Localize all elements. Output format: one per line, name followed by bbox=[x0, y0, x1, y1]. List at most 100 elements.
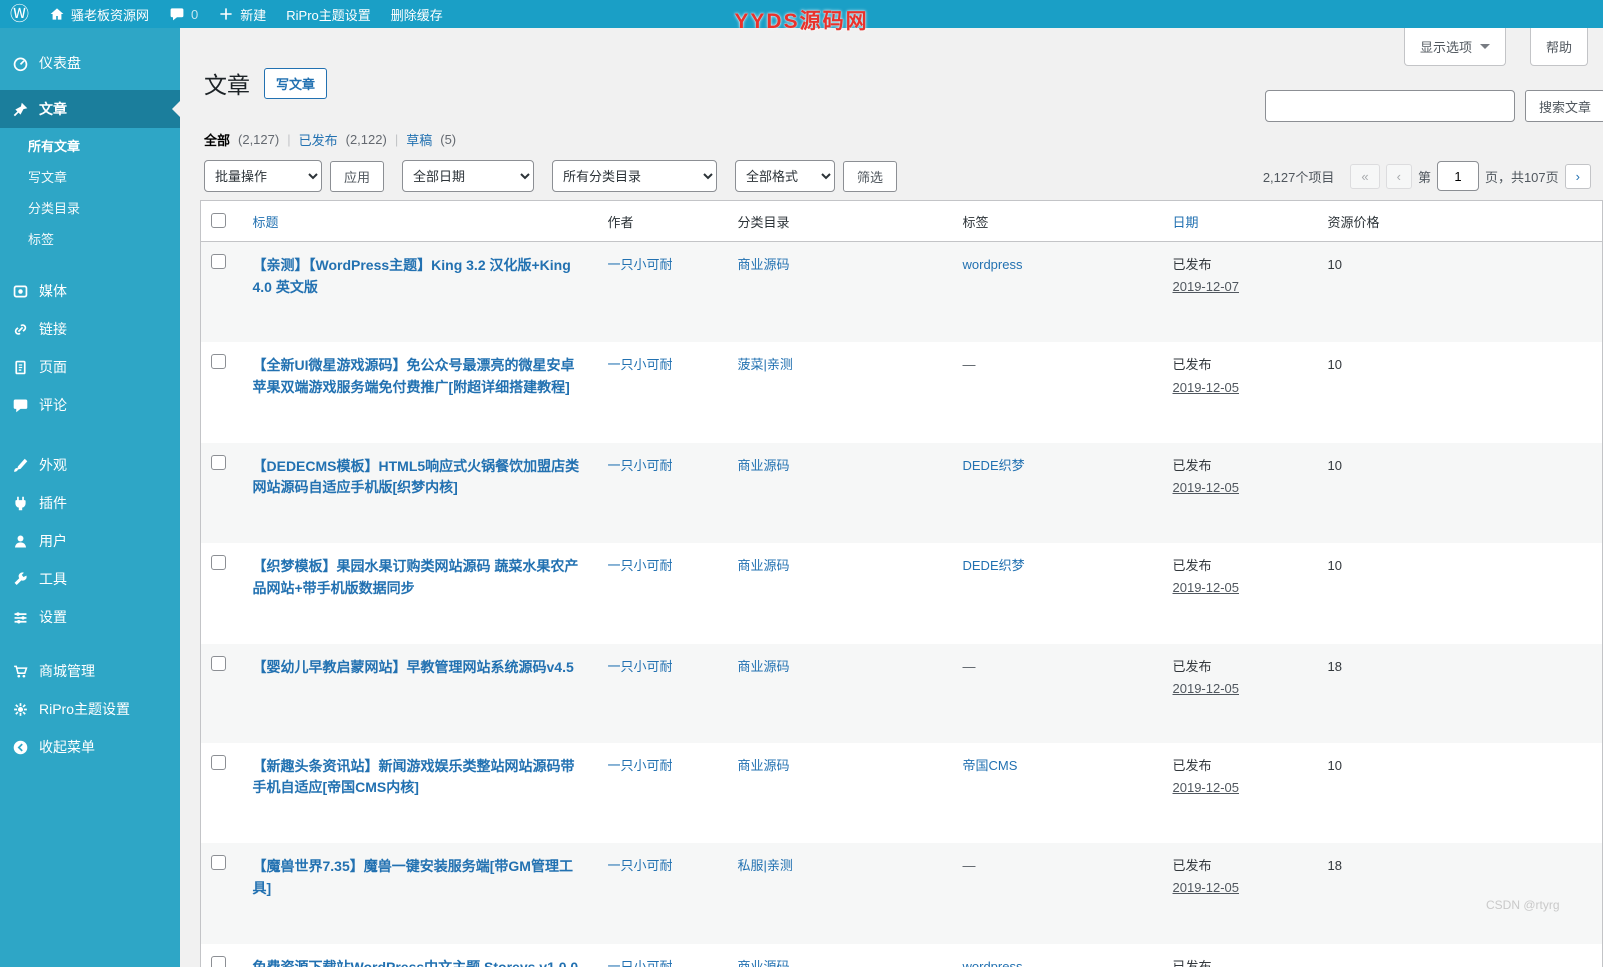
category-link[interactable]: 菠菜|亲测 bbox=[738, 357, 793, 372]
apply-button[interactable]: 应用 bbox=[330, 160, 385, 192]
row-checkbox[interactable] bbox=[211, 655, 226, 671]
sidebar-label: 插件 bbox=[39, 495, 67, 511]
post-date-link[interactable]: 2019-12-05 bbox=[1173, 478, 1240, 498]
sidebar-item-all-posts[interactable]: 所有文章 bbox=[0, 130, 180, 161]
prev-page-button[interactable]: ‹ bbox=[1385, 163, 1412, 189]
sidebar-item-shop[interactable]: 商城管理 bbox=[0, 652, 180, 690]
post-date-link[interactable]: 2019-12-05 bbox=[1173, 878, 1240, 898]
author-link[interactable]: 一只小可耐 bbox=[608, 959, 673, 967]
sidebar-item-tags[interactable]: 标签 bbox=[0, 223, 180, 254]
price-empty: — bbox=[1327, 958, 1341, 967]
header-date[interactable]: 日期 bbox=[1162, 200, 1318, 242]
sidebar-item-users[interactable]: 用户 bbox=[0, 522, 180, 560]
sidebar-item-posts[interactable]: 文章 bbox=[0, 90, 180, 128]
separator: | bbox=[287, 132, 291, 147]
row-checkbox[interactable] bbox=[211, 454, 226, 470]
screen-options-button[interactable]: 显示选项 bbox=[1404, 28, 1507, 66]
category-link[interactable]: 商业源码 bbox=[738, 558, 790, 573]
row-checkbox[interactable] bbox=[211, 855, 226, 871]
sidebar-item-media[interactable]: 媒体 bbox=[0, 272, 180, 310]
post-title-link[interactable]: 免费资源下载站WordPress中文主题 Storeys v1.0.0 bbox=[253, 957, 579, 967]
author-link[interactable]: 一只小可耐 bbox=[608, 758, 673, 773]
row-checkbox[interactable] bbox=[211, 955, 226, 967]
category-link[interactable]: 私服|亲测 bbox=[738, 858, 793, 873]
sidebar-label: RiPro主题设置 bbox=[39, 701, 131, 717]
category-link[interactable]: 商业源码 bbox=[738, 257, 790, 272]
filter-all-link[interactable]: 全部 bbox=[204, 130, 230, 149]
sidebar-item-appearance[interactable]: 外观 bbox=[0, 446, 180, 484]
post-date-link[interactable]: 2019-12-05 bbox=[1173, 679, 1240, 699]
sidebar-item-pages[interactable]: 页面 bbox=[0, 348, 180, 386]
search-input[interactable] bbox=[1265, 90, 1515, 122]
tag-link[interactable]: 帝国CMS bbox=[963, 758, 1018, 773]
first-page-button[interactable]: « bbox=[1350, 163, 1380, 189]
filter-published-link[interactable]: 已发布 bbox=[299, 130, 338, 149]
author-link[interactable]: 一只小可耐 bbox=[608, 257, 673, 272]
next-page-button[interactable]: › bbox=[1564, 163, 1591, 189]
sidebar-item-tools[interactable]: 工具 bbox=[0, 560, 180, 598]
post-title-link[interactable]: 【新趣头条资讯站】新闻游戏娱乐类整站网站源码带手机自适应[帝国CMS内核] bbox=[253, 756, 588, 799]
post-status: 已发布 bbox=[1172, 958, 1212, 967]
category-filter-select[interactable]: 所有分类目录 bbox=[552, 160, 718, 192]
sidebar-item-ripro-settings[interactable]: RiPro主题设置 bbox=[0, 690, 180, 728]
category-link[interactable]: 商业源码 bbox=[738, 959, 790, 967]
ripro-settings-link[interactable]: RiPro主题设置 bbox=[286, 5, 371, 24]
filter-button[interactable]: 筛选 bbox=[843, 160, 898, 192]
sidebar-label: 文章 bbox=[39, 101, 67, 117]
row-checkbox[interactable] bbox=[211, 254, 226, 269]
post-date-link[interactable]: 2019-12-05 bbox=[1173, 378, 1240, 398]
search-posts-button[interactable]: 搜索文章 bbox=[1525, 90, 1603, 122]
author-link[interactable]: 一只小可耐 bbox=[608, 357, 673, 372]
tag-link[interactable]: wordpress bbox=[963, 257, 1023, 272]
author-link[interactable]: 一只小可耐 bbox=[608, 659, 673, 674]
current-page-input[interactable] bbox=[1436, 161, 1479, 191]
watermark-top: YYDS源码网 bbox=[734, 10, 869, 33]
help-button[interactable]: 帮助 bbox=[1530, 28, 1589, 66]
select-all-checkbox[interactable] bbox=[211, 213, 226, 228]
admin-sidebar: 仪表盘 文章 所有文章 写文章 分类目录 标签 媒体 链接 页面 评论 外观 插… bbox=[0, 28, 180, 967]
tag-link[interactable]: wordpress bbox=[963, 959, 1023, 967]
format-filter-select[interactable]: 全部格式 bbox=[735, 160, 836, 192]
post-title-link[interactable]: 【织梦模板】果园水果订购类网站源码 蔬菜水果农产品网站+带手机版数据同步 bbox=[253, 556, 588, 599]
sidebar-item-plugins[interactable]: 插件 bbox=[0, 484, 180, 522]
wordpress-logo-icon[interactable]: Ⓦ bbox=[10, 5, 29, 24]
tag-link[interactable]: DEDE织梦 bbox=[963, 458, 1025, 473]
row-checkbox[interactable] bbox=[211, 354, 226, 370]
category-link[interactable]: 商业源码 bbox=[738, 758, 790, 773]
post-title-link[interactable]: 【全新UI微星游戏源码】免公众号最漂亮的微星安卓苹果双端游戏服务端免付费推广[附… bbox=[253, 355, 588, 398]
new-content-button[interactable]: 新建 bbox=[218, 5, 266, 24]
date-filter-select[interactable]: 全部日期 bbox=[402, 160, 535, 192]
header-title[interactable]: 标题 bbox=[242, 200, 598, 242]
comments-count: 0 bbox=[191, 6, 199, 22]
author-link[interactable]: 一只小可耐 bbox=[608, 458, 673, 473]
sidebar-item-dashboard[interactable]: 仪表盘 bbox=[0, 44, 180, 82]
category-link[interactable]: 商业源码 bbox=[738, 458, 790, 473]
sidebar-item-settings[interactable]: 设置 bbox=[0, 598, 180, 636]
post-date-link[interactable]: 2019-12-05 bbox=[1173, 778, 1240, 798]
post-title-link[interactable]: 【婴幼儿早教启蒙网站】早教管理网站系统源码v4.5 bbox=[253, 657, 574, 679]
row-checkbox[interactable] bbox=[211, 754, 226, 770]
sidebar-item-collapse-menu[interactable]: 收起菜单 bbox=[0, 728, 180, 766]
author-link[interactable]: 一只小可耐 bbox=[608, 858, 673, 873]
sidebar-item-add-post[interactable]: 写文章 bbox=[0, 161, 180, 192]
bulk-actions-select[interactable]: 批量操作 bbox=[204, 160, 322, 192]
tag-link[interactable]: DEDE织梦 bbox=[963, 558, 1025, 573]
site-name-link[interactable]: 骚老板资源网 bbox=[49, 5, 149, 24]
post-title-link[interactable]: 【亲测】【WordPress主题】King 3.2 汉化版+King 4.0 英… bbox=[253, 255, 588, 298]
sidebar-item-categories[interactable]: 分类目录 bbox=[0, 192, 180, 223]
clear-cache-link[interactable]: 删除缓存 bbox=[391, 5, 443, 24]
post-title-link[interactable]: 【DEDECMS模板】HTML5响应式火锅餐饮加盟店类网站源码自适应手机版[织梦… bbox=[253, 456, 588, 499]
author-link[interactable]: 一只小可耐 bbox=[608, 558, 673, 573]
add-new-post-button[interactable]: 写文章 bbox=[264, 67, 328, 99]
posts-submenu: 所有文章 写文章 分类目录 标签 bbox=[0, 128, 180, 262]
post-date-link[interactable]: 2019-12-05 bbox=[1173, 578, 1240, 598]
post-date-link[interactable]: 2019-12-07 bbox=[1173, 277, 1240, 297]
post-title-link[interactable]: 【魔兽世界7.35】魔兽一键安装服务端[带GM管理工具] bbox=[253, 856, 588, 899]
comments-bubble[interactable]: 0 bbox=[169, 6, 198, 22]
filter-draft-link[interactable]: 草稿 bbox=[406, 130, 432, 149]
sidebar-item-links[interactable]: 链接 bbox=[0, 310, 180, 348]
post-status: 已发布 bbox=[1172, 658, 1212, 674]
sidebar-item-comments[interactable]: 评论 bbox=[0, 386, 180, 424]
category-link[interactable]: 商业源码 bbox=[738, 659, 790, 674]
row-checkbox[interactable] bbox=[211, 555, 226, 571]
